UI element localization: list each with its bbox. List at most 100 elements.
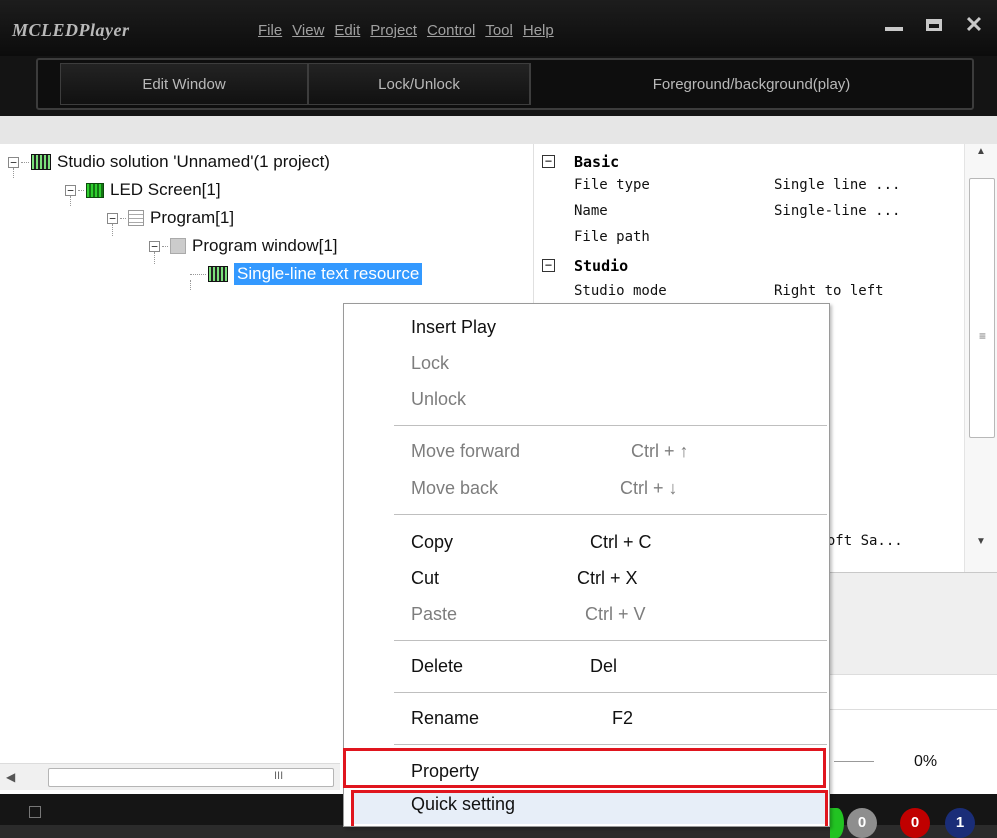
- status-badge-blue: 1: [945, 808, 975, 838]
- property-value: Single-line ...: [774, 203, 901, 219]
- collapse-icon[interactable]: −: [542, 155, 555, 168]
- maximize-icon: [926, 19, 942, 31]
- vertical-scrollbar[interactable]: ▲ ≡ ▼: [964, 144, 997, 572]
- annotation-highlight-quick-setting: [351, 790, 828, 826]
- scroll-thumb[interactable]: III: [48, 768, 334, 787]
- menu-help[interactable]: Help: [523, 22, 554, 39]
- property-value: Single line ...: [774, 177, 901, 193]
- close-button[interactable]: ✕: [961, 12, 987, 38]
- menu-label: Unlock: [411, 389, 467, 409]
- window-controls: ✕: [881, 12, 987, 38]
- tree-label: Program window[1]: [192, 236, 338, 255]
- menu-label: Delete: [411, 656, 464, 676]
- menu-item-unlock[interactable]: Unlock: [344, 382, 829, 418]
- lock-unlock-button[interactable]: Lock/Unlock: [308, 63, 530, 105]
- minimize-button[interactable]: [881, 12, 907, 38]
- collapse-icon[interactable]: −: [8, 156, 19, 168]
- menu-separator: [394, 425, 827, 426]
- status-badge-green: [830, 808, 844, 838]
- scroll-up-icon[interactable]: ▲: [976, 146, 986, 157]
- scroll-left-icon[interactable]: ◀: [6, 770, 15, 784]
- tree-item-program[interactable]: − Program[1]: [107, 204, 234, 232]
- menu-edit[interactable]: Edit: [334, 22, 360, 39]
- tree-item-text-resource[interactable]: Single-line text resource: [190, 260, 423, 288]
- property-name[interactable]: Name Single-line ...: [534, 200, 966, 224]
- context-menu: Insert Play Lock Unlock Move forward Ctr…: [343, 303, 830, 827]
- tree-dots: [120, 217, 126, 219]
- app-logo: MCLEDPlayer: [12, 20, 130, 40]
- menu-item-lock[interactable]: Lock: [344, 346, 829, 382]
- collapse-icon[interactable]: −: [149, 240, 160, 252]
- menu-shortcut: Del: [590, 656, 618, 676]
- toolbar-frame: Edit Window Lock/Unlock Foreground/backg…: [36, 58, 974, 110]
- led-screen-icon: [86, 182, 104, 198]
- tree-item-program-window[interactable]: − Program window[1]: [149, 232, 338, 260]
- text-resource-icon: [208, 266, 228, 282]
- maximize-button[interactable]: [921, 12, 947, 38]
- menu-item-copy[interactable]: Copy Ctrl + C: [344, 525, 829, 561]
- property-key: Name: [574, 203, 608, 219]
- menu-item-rename[interactable]: Rename F2: [344, 701, 829, 737]
- menu-shortcut: Ctrl + X: [577, 568, 638, 588]
- status-badge-red: 0: [900, 808, 930, 838]
- category-label: Studio: [574, 257, 629, 275]
- progress-percent: 0%: [914, 753, 938, 770]
- scroll-thumb[interactable]: ≡: [969, 178, 995, 438]
- category-basic[interactable]: − Basic: [534, 150, 966, 174]
- property-studio-mode[interactable]: Studio mode Right to left: [534, 280, 966, 304]
- menu-shortcut: F2: [612, 708, 634, 728]
- menu-item-cut[interactable]: Cut Ctrl + X: [344, 561, 829, 597]
- close-icon: ✕: [964, 12, 984, 37]
- solution-icon: [31, 154, 51, 170]
- property-value: Right to left: [774, 283, 884, 299]
- collapse-icon[interactable]: −: [542, 259, 555, 272]
- menu-label: Insert Play: [411, 317, 497, 337]
- menu-view[interactable]: View: [292, 22, 324, 39]
- menu-label: Move forward: [411, 441, 521, 461]
- collapse-icon[interactable]: −: [65, 184, 76, 196]
- property-file-type[interactable]: File type Single line ...: [534, 174, 966, 198]
- tree-label: Studio solution 'Unnamed'(1 project): [57, 152, 330, 171]
- menu-separator: [394, 640, 827, 641]
- collapse-icon[interactable]: −: [107, 212, 118, 224]
- property-key: Studio mode: [574, 283, 667, 299]
- tree-label: LED Screen[1]: [110, 180, 221, 199]
- menu-item-delete[interactable]: Delete Del: [344, 649, 829, 685]
- menu-file[interactable]: File: [258, 22, 282, 39]
- menu-control[interactable]: Control: [427, 22, 475, 39]
- tree-label-selected: Single-line text resource: [234, 263, 423, 285]
- category-studio[interactable]: − Studio: [534, 254, 966, 278]
- menu-bar: File View Edit Project Control Tool Help: [258, 22, 554, 39]
- horizontal-scrollbar[interactable]: ◀ III: [0, 763, 340, 790]
- scroll-down-icon[interactable]: ▼: [976, 536, 986, 547]
- tree-dots: [78, 189, 84, 191]
- program-window-icon: [170, 238, 186, 254]
- menu-item-insert-play[interactable]: Insert Play: [344, 310, 829, 346]
- category-label: Basic: [574, 153, 620, 171]
- property-key: File type: [574, 177, 650, 193]
- toolbar: Edit Window Lock/Unlock Foreground/backg…: [0, 56, 997, 116]
- progress-track: [834, 761, 874, 762]
- menu-tool[interactable]: Tool: [485, 22, 513, 39]
- tree-item-solution[interactable]: − Studio solution 'Unnamed'(1 project): [8, 148, 330, 176]
- menu-item-move-back[interactable]: Move back Ctrl + ↓: [344, 471, 829, 507]
- edit-window-button[interactable]: Edit Window: [60, 63, 308, 105]
- status-badge-gray: 0: [847, 808, 877, 838]
- menu-shortcut: Ctrl + ↓: [620, 478, 678, 498]
- menu-separator: [394, 692, 827, 693]
- program-icon: [128, 210, 144, 226]
- menu-separator: [394, 744, 827, 745]
- grip-icon: III: [274, 770, 284, 782]
- menu-label: Lock: [411, 353, 450, 373]
- status-square-icon: [29, 806, 41, 818]
- property-file-path[interactable]: File path: [534, 226, 966, 250]
- tree-label: Program[1]: [150, 208, 235, 227]
- menu-project[interactable]: Project: [370, 22, 417, 39]
- minimize-icon: [885, 27, 903, 31]
- foreground-background-button[interactable]: Foreground/background(play): [530, 63, 972, 105]
- menu-item-move-forward[interactable]: Move forward Ctrl + ↑: [344, 434, 829, 470]
- grip-icon: ≡: [979, 329, 987, 343]
- tree-dots: [162, 245, 168, 247]
- tree-item-led-screen[interactable]: − LED Screen[1]: [65, 176, 221, 204]
- menu-item-paste[interactable]: Paste Ctrl + V: [344, 597, 829, 633]
